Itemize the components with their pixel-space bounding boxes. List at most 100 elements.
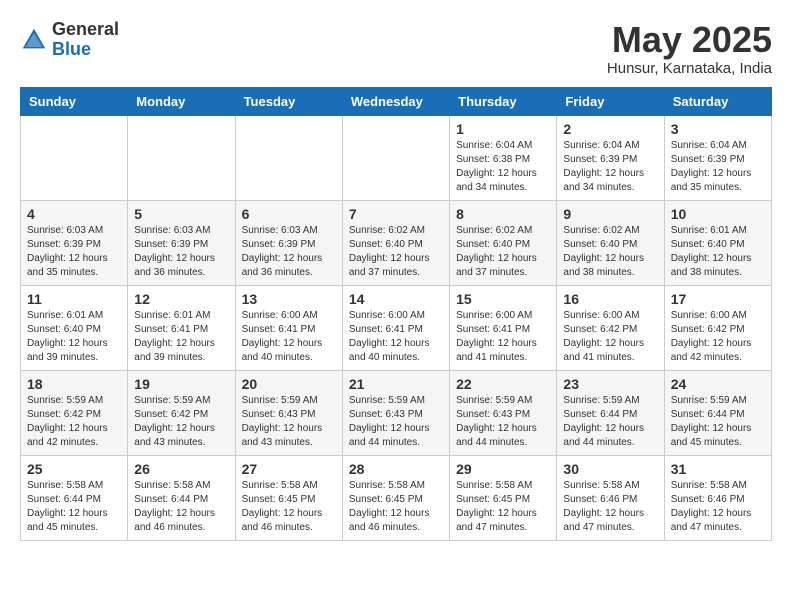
calendar-cell: 18 Sunrise: 5:59 AM Sunset: 6:42 PM Dayli… <box>21 370 128 455</box>
day-info: Sunrise: 5:59 AM Sunset: 6:43 PM Dayligh… <box>349 394 443 450</box>
calendar-cell: 15 Sunrise: 6:00 AM Sunset: 6:41 PM Dayli… <box>450 285 557 370</box>
calendar-cell: 30 Sunrise: 5:58 AM Sunset: 6:46 PM Dayli… <box>557 455 664 540</box>
day-info: Sunrise: 5:59 AM Sunset: 6:42 PM Dayligh… <box>27 394 121 450</box>
day-info: Sunrise: 6:01 AM Sunset: 6:40 PM Dayligh… <box>27 309 121 365</box>
calendar-cell: 22 Sunrise: 5:59 AM Sunset: 6:43 PM Dayli… <box>450 370 557 455</box>
calendar-week-3: 11 Sunrise: 6:01 AM Sunset: 6:40 PM Dayli… <box>21 285 772 370</box>
day-info: Sunrise: 6:00 AM Sunset: 6:42 PM Dayligh… <box>563 309 657 365</box>
title-block: May 2025 Hunsur, Karnataka, India <box>607 20 772 77</box>
day-number: 6 <box>242 206 336 222</box>
day-number: 5 <box>134 206 228 222</box>
day-number: 12 <box>134 291 228 307</box>
day-info: Sunrise: 5:58 AM Sunset: 6:46 PM Dayligh… <box>563 479 657 535</box>
day-number: 28 <box>349 461 443 477</box>
day-number: 9 <box>563 206 657 222</box>
day-number: 2 <box>563 121 657 137</box>
day-info: Sunrise: 6:04 AM Sunset: 6:39 PM Dayligh… <box>563 139 657 195</box>
calendar-cell <box>128 115 235 200</box>
day-info: Sunrise: 6:01 AM Sunset: 6:40 PM Dayligh… <box>671 224 765 280</box>
calendar-cell: 25 Sunrise: 5:58 AM Sunset: 6:44 PM Dayli… <box>21 455 128 540</box>
weekday-header-thursday: Thursday <box>450 87 557 115</box>
day-number: 13 <box>242 291 336 307</box>
month-title: May 2025 <box>607 20 772 60</box>
weekday-header-friday: Friday <box>557 87 664 115</box>
weekday-header-wednesday: Wednesday <box>342 87 449 115</box>
weekday-header-saturday: Saturday <box>664 87 771 115</box>
calendar-cell: 28 Sunrise: 5:58 AM Sunset: 6:45 PM Dayli… <box>342 455 449 540</box>
calendar-cell <box>235 115 342 200</box>
day-number: 26 <box>134 461 228 477</box>
calendar-cell: 1 Sunrise: 6:04 AM Sunset: 6:38 PM Daylig… <box>450 115 557 200</box>
day-number: 15 <box>456 291 550 307</box>
day-info: Sunrise: 6:03 AM Sunset: 6:39 PM Dayligh… <box>27 224 121 280</box>
day-number: 19 <box>134 376 228 392</box>
day-number: 31 <box>671 461 765 477</box>
calendar-cell: 16 Sunrise: 6:00 AM Sunset: 6:42 PM Dayli… <box>557 285 664 370</box>
calendar-cell: 13 Sunrise: 6:00 AM Sunset: 6:41 PM Dayli… <box>235 285 342 370</box>
day-number: 17 <box>671 291 765 307</box>
calendar-cell: 5Sunrise: 6:03 AM Sunset: 6:39 PM Daylig… <box>128 200 235 285</box>
day-number: 29 <box>456 461 550 477</box>
day-info: Sunrise: 5:59 AM Sunset: 6:43 PM Dayligh… <box>456 394 550 450</box>
day-number: 23 <box>563 376 657 392</box>
day-info: Sunrise: 5:58 AM Sunset: 6:45 PM Dayligh… <box>349 479 443 535</box>
day-number: 10 <box>671 206 765 222</box>
day-number: 14 <box>349 291 443 307</box>
calendar-cell: 19Sunrise: 5:59 AM Sunset: 6:42 PM Dayli… <box>128 370 235 455</box>
day-number: 18 <box>27 376 121 392</box>
day-number: 3 <box>671 121 765 137</box>
day-info: Sunrise: 5:58 AM Sunset: 6:44 PM Dayligh… <box>27 479 121 535</box>
day-info: Sunrise: 6:02 AM Sunset: 6:40 PM Dayligh… <box>563 224 657 280</box>
calendar-cell: 29 Sunrise: 5:58 AM Sunset: 6:45 PM Dayli… <box>450 455 557 540</box>
calendar-table: SundayMondayTuesdayWednesdayThursdayFrid… <box>20 87 772 541</box>
calendar-week-1: 1 Sunrise: 6:04 AM Sunset: 6:38 PM Daylig… <box>21 115 772 200</box>
logo-blue-text: Blue <box>52 40 119 60</box>
day-number: 24 <box>671 376 765 392</box>
day-number: 20 <box>242 376 336 392</box>
calendar-week-5: 25 Sunrise: 5:58 AM Sunset: 6:44 PM Dayli… <box>21 455 772 540</box>
calendar-cell <box>21 115 128 200</box>
day-info: Sunrise: 5:58 AM Sunset: 6:45 PM Dayligh… <box>242 479 336 535</box>
calendar-cell: 21Sunrise: 5:59 AM Sunset: 6:43 PM Dayli… <box>342 370 449 455</box>
calendar-cell: 7Sunrise: 6:02 AM Sunset: 6:40 PM Daylig… <box>342 200 449 285</box>
calendar-cell: 17Sunrise: 6:00 AM Sunset: 6:42 PM Dayli… <box>664 285 771 370</box>
day-info: Sunrise: 6:02 AM Sunset: 6:40 PM Dayligh… <box>456 224 550 280</box>
day-number: 8 <box>456 206 550 222</box>
calendar-cell: 4 Sunrise: 6:03 AM Sunset: 6:39 PM Daylig… <box>21 200 128 285</box>
day-number: 4 <box>27 206 121 222</box>
calendar-cell: 3Sunrise: 6:04 AM Sunset: 6:39 PM Daylig… <box>664 115 771 200</box>
calendar-cell: 26 Sunrise: 5:58 AM Sunset: 6:44 PM Dayli… <box>128 455 235 540</box>
day-info: Sunrise: 6:04 AM Sunset: 6:38 PM Dayligh… <box>456 139 550 195</box>
calendar-cell: 9 Sunrise: 6:02 AM Sunset: 6:40 PM Daylig… <box>557 200 664 285</box>
weekday-header-monday: Monday <box>128 87 235 115</box>
calendar-cell: 31 Sunrise: 5:58 AM Sunset: 6:46 PM Dayli… <box>664 455 771 540</box>
day-info: Sunrise: 6:00 AM Sunset: 6:41 PM Dayligh… <box>456 309 550 365</box>
calendar-cell: 11 Sunrise: 6:01 AM Sunset: 6:40 PM Dayli… <box>21 285 128 370</box>
weekday-header-row: SundayMondayTuesdayWednesdayThursdayFrid… <box>21 87 772 115</box>
calendar-cell: 6 Sunrise: 6:03 AM Sunset: 6:39 PM Daylig… <box>235 200 342 285</box>
day-number: 27 <box>242 461 336 477</box>
day-info: Sunrise: 6:00 AM Sunset: 6:41 PM Dayligh… <box>349 309 443 365</box>
day-number: 1 <box>456 121 550 137</box>
day-info: Sunrise: 6:00 AM Sunset: 6:41 PM Dayligh… <box>242 309 336 365</box>
day-info: Sunrise: 6:02 AM Sunset: 6:40 PM Dayligh… <box>349 224 443 280</box>
page-header: General Blue May 2025 Hunsur, Karnataka,… <box>20 20 772 77</box>
weekday-header-sunday: Sunday <box>21 87 128 115</box>
day-number: 11 <box>27 291 121 307</box>
day-number: 22 <box>456 376 550 392</box>
day-info: Sunrise: 5:58 AM Sunset: 6:45 PM Dayligh… <box>456 479 550 535</box>
logo: General Blue <box>20 20 119 60</box>
calendar-cell: 12Sunrise: 6:01 AM Sunset: 6:41 PM Dayli… <box>128 285 235 370</box>
day-info: Sunrise: 5:58 AM Sunset: 6:44 PM Dayligh… <box>134 479 228 535</box>
day-info: Sunrise: 5:59 AM Sunset: 6:43 PM Dayligh… <box>242 394 336 450</box>
calendar-cell: 23Sunrise: 5:59 AM Sunset: 6:44 PM Dayli… <box>557 370 664 455</box>
day-number: 30 <box>563 461 657 477</box>
calendar-cell: 10 Sunrise: 6:01 AM Sunset: 6:40 PM Dayli… <box>664 200 771 285</box>
day-number: 16 <box>563 291 657 307</box>
calendar-week-2: 4 Sunrise: 6:03 AM Sunset: 6:39 PM Daylig… <box>21 200 772 285</box>
day-info: Sunrise: 5:58 AM Sunset: 6:46 PM Dayligh… <box>671 479 765 535</box>
day-number: 25 <box>27 461 121 477</box>
day-info: Sunrise: 6:03 AM Sunset: 6:39 PM Dayligh… <box>242 224 336 280</box>
calendar-cell <box>342 115 449 200</box>
calendar-cell: 8 Sunrise: 6:02 AM Sunset: 6:40 PM Daylig… <box>450 200 557 285</box>
